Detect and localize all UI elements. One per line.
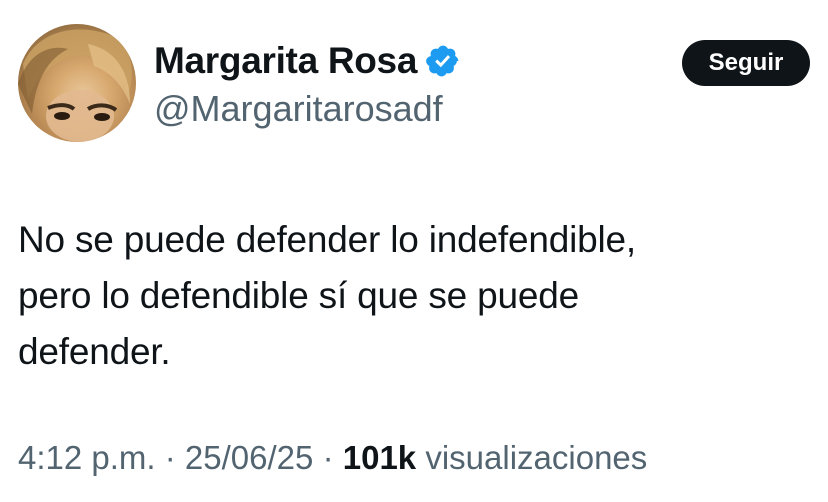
verified-badge-icon[interactable] — [425, 43, 461, 79]
tweet-date[interactable]: 25/06/25 — [185, 439, 313, 476]
display-name-row: Margarita Rosa — [154, 38, 461, 84]
views-count[interactable]: 101k — [343, 439, 416, 476]
tweet-text: No se puede defender lo indefendible, per… — [18, 212, 810, 380]
avatar[interactable] — [18, 24, 136, 142]
tweet-time[interactable]: 4:12 p.m. — [18, 439, 156, 476]
views-label[interactable]: visualizaciones — [425, 439, 647, 476]
tweet-header: Margarita Rosa @Margaritarosadf Seguir — [18, 24, 810, 144]
follow-button[interactable]: Seguir — [682, 40, 810, 86]
tweet-text-line: defender. — [18, 331, 171, 372]
author-handle[interactable]: @Margaritarosadf — [154, 86, 461, 132]
tweet-text-line: No se puede defender lo indefendible, — [18, 219, 636, 260]
avatar-image — [18, 29, 132, 142]
display-name[interactable]: Margarita Rosa — [154, 38, 417, 84]
meta-separator: · — [164, 439, 176, 476]
meta-separator: · — [322, 439, 334, 476]
tweet-meta: 4:12 p.m. · 25/06/25 · 101k visualizacio… — [18, 436, 647, 480]
author-names: Margarita Rosa @Margaritarosadf — [154, 38, 461, 132]
tweet-text-line: pero lo defendible sí que se puede — [18, 275, 579, 316]
